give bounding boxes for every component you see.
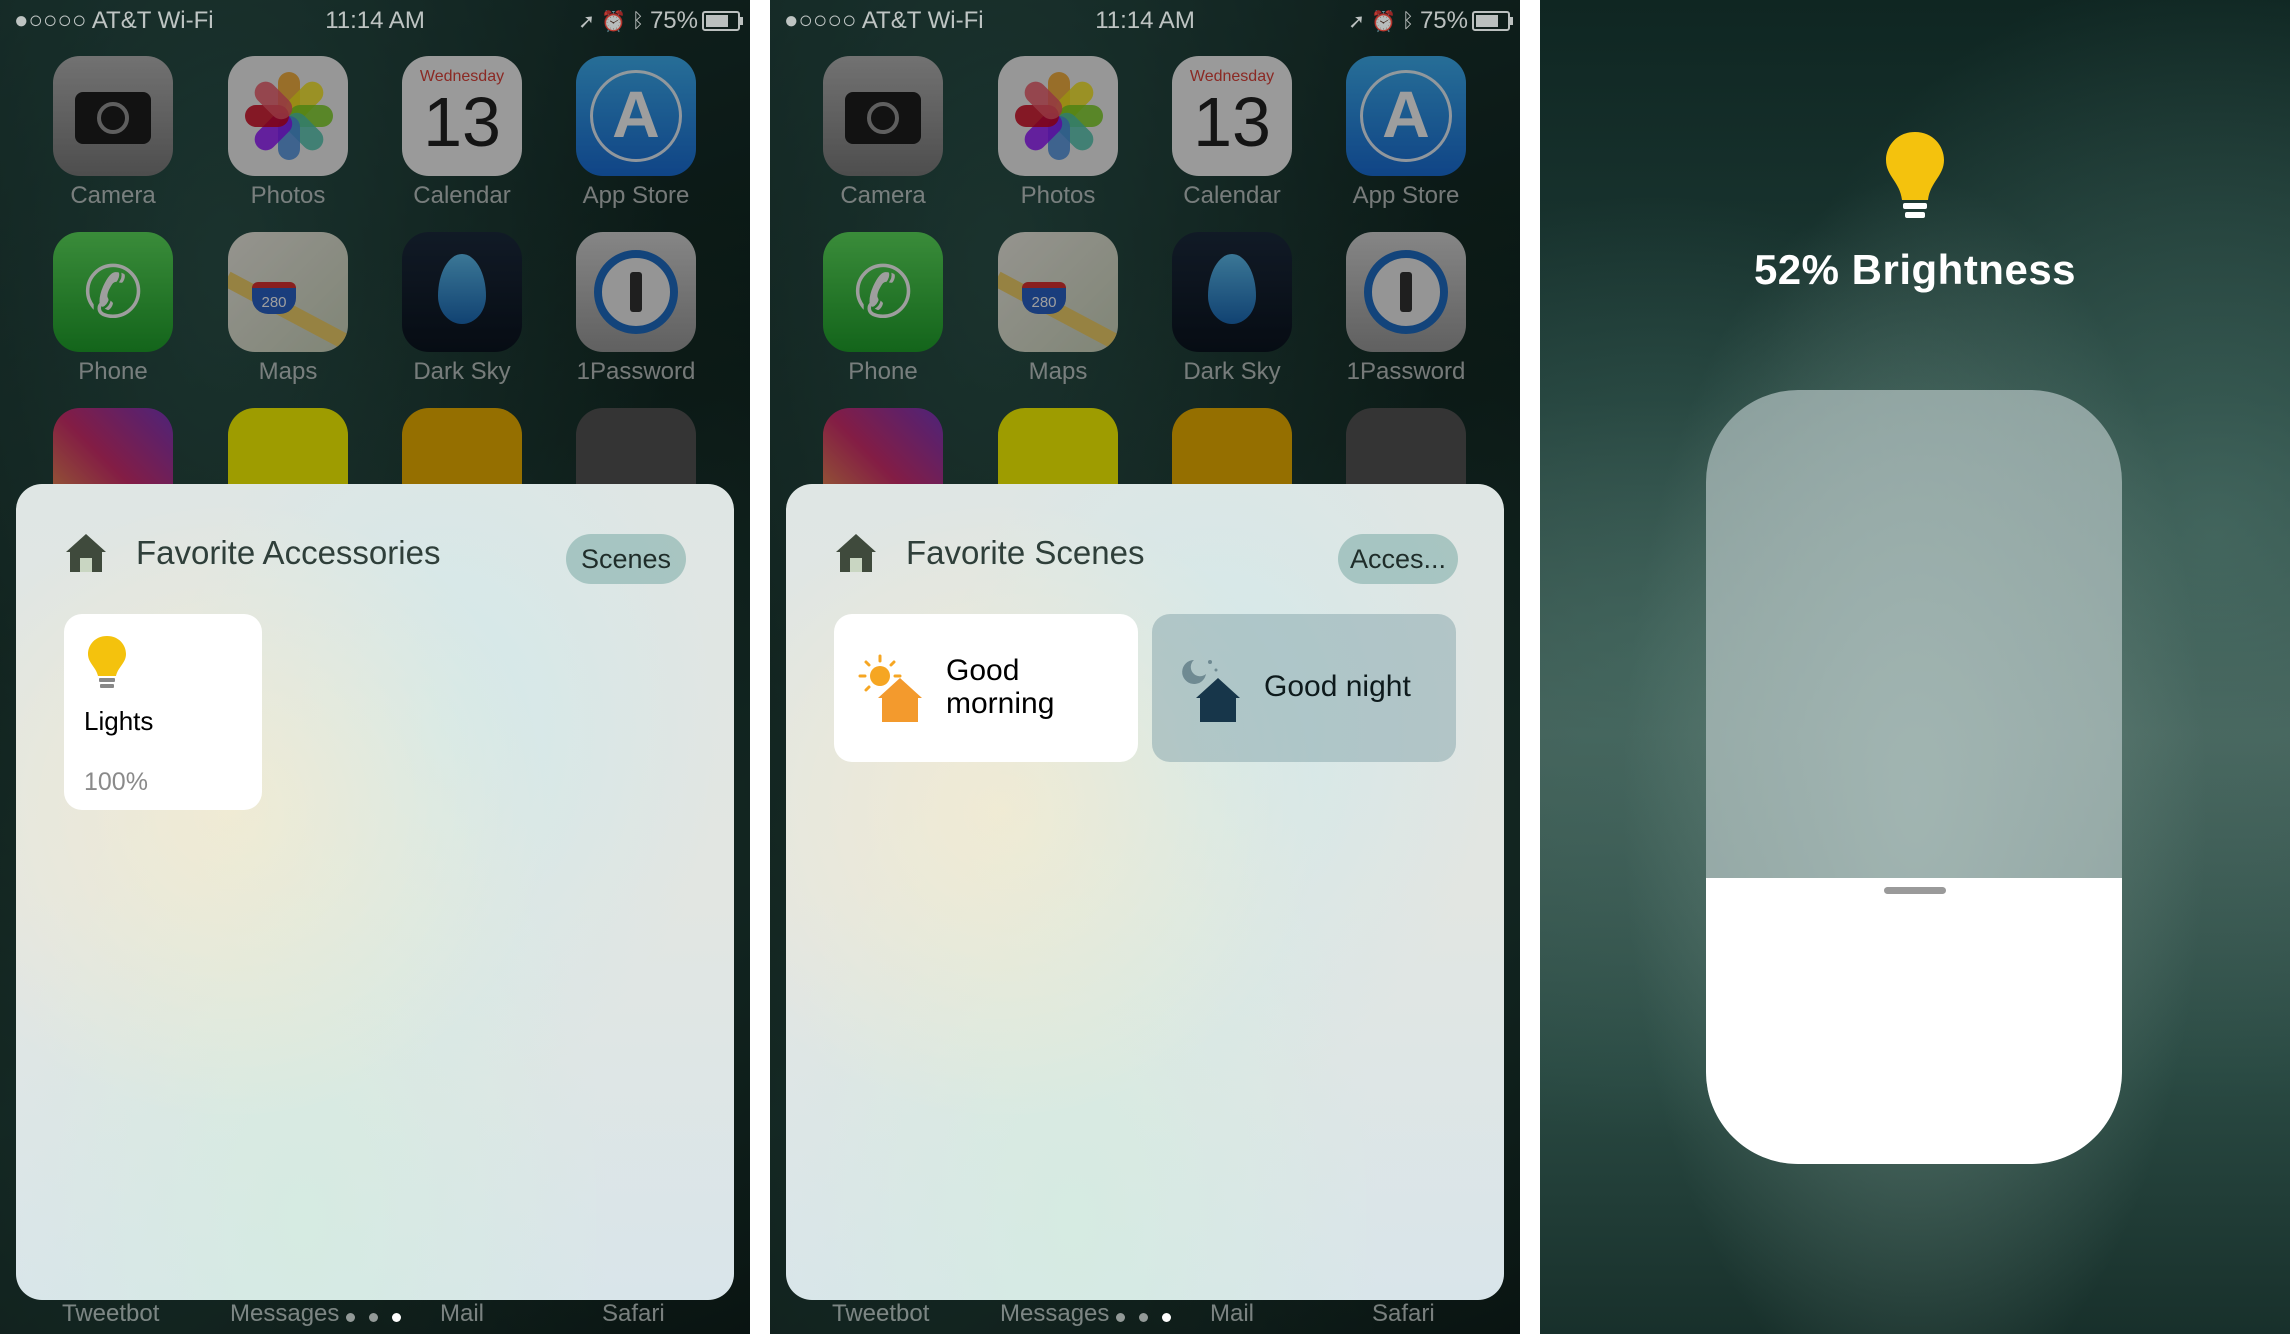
page-dots [346, 1313, 401, 1322]
lightbulb-icon [1886, 132, 1944, 218]
dock-messages[interactable]: Messages [230, 1300, 339, 1328]
alarm-icon: ⏰ [601, 10, 626, 33]
status-bar: ●○○○○ AT&T Wi-Fi 11:14 AM ➚ ⏰ ᛒ 75% [0, 0, 750, 40]
status-bar: ●○○○○ AT&T Wi-Fi 11:14 AM ➚ ⏰ ᛒ 75% [770, 0, 1520, 40]
scene-label-line2: morning [946, 687, 1055, 720]
scene-good-morning[interactable]: Good morning [834, 614, 1138, 762]
moon-house-icon [1182, 660, 1240, 722]
brightness-slider[interactable] [1706, 390, 2122, 1164]
home-screen-accessories: Camera Photos Wednesday 13 Calendar A Ap… [0, 0, 750, 1334]
home-icon [836, 534, 876, 572]
favorite-accessories-widget: Favorite Accessories Scenes Lights 100% [16, 484, 734, 1300]
bluetooth-icon: ᛒ [631, 9, 644, 32]
dock-tweetbot[interactable]: Tweetbot [62, 1300, 159, 1328]
scene-label: Good night [1264, 670, 1411, 703]
brightness-control-view: 52% Brightness [1540, 0, 2290, 1334]
page-dots [1116, 1313, 1171, 1322]
scene-good-night[interactable]: Good night [1152, 614, 1456, 762]
location-icon: ➚ [1348, 10, 1366, 33]
accessory-name: Lights [84, 706, 154, 736]
dock-tweetbot[interactable]: Tweetbot [832, 1300, 929, 1328]
bluetooth-icon: ᛒ [1401, 9, 1414, 32]
dock-safari[interactable]: Safari [1372, 1300, 1435, 1328]
home-screen-scenes: Camera Photos Wednesday 13 Calendar A Ap… [770, 0, 1520, 1334]
sunrise-house-icon [858, 654, 922, 722]
home-icon [66, 534, 106, 572]
brightness-label: 52% Brightness [1753, 246, 2077, 293]
dock-mail[interactable]: Mail [1210, 1300, 1254, 1328]
scene-label-line1: Good [946, 654, 1020, 687]
lightbulb-icon [88, 636, 126, 688]
battery-percent: 75% [1419, 7, 1468, 34]
slider-grabber[interactable] [1884, 887, 1946, 894]
scenes-button[interactable]: Scenes [566, 534, 686, 584]
battery-icon [1472, 11, 1513, 31]
location-icon: ➚ [578, 10, 596, 33]
brightness-fill [1706, 878, 2122, 1164]
battery-percent: 75% [649, 7, 698, 34]
widget-title: Favorite Scenes [906, 534, 1145, 571]
battery-icon [702, 11, 743, 31]
dock-messages[interactable]: Messages [1000, 1300, 1109, 1328]
dock-mail[interactable]: Mail [440, 1300, 484, 1328]
favorite-scenes-widget: Favorite Scenes Acces... Good morning Go… [786, 484, 1504, 1300]
widget-title: Favorite Accessories [136, 534, 441, 571]
accessories-button[interactable]: Acces... [1338, 534, 1458, 584]
accessory-value: 100% [84, 768, 148, 796]
dock-safari[interactable]: Safari [602, 1300, 665, 1328]
lights-tile[interactable]: Lights 100% [64, 614, 262, 810]
alarm-icon: ⏰ [1371, 10, 1396, 33]
